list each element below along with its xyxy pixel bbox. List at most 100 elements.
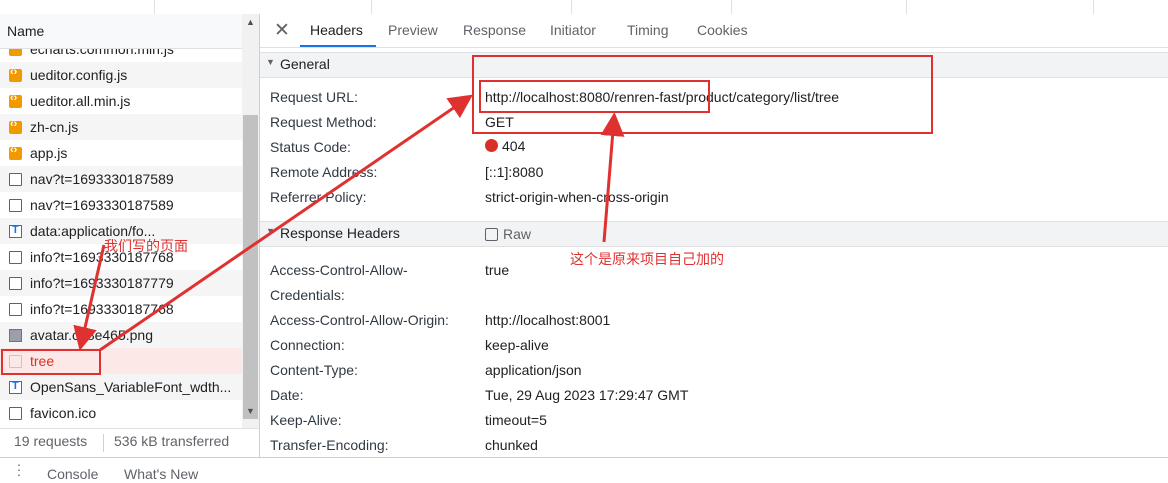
header-key: Referrer Policy:	[270, 189, 367, 205]
top-strip	[0, 0, 1168, 15]
request-count: 19 requests	[14, 433, 88, 449]
tab-response[interactable]: Response	[463, 22, 526, 38]
request-method-value: GET	[485, 114, 514, 130]
header-key: Connection:	[270, 337, 345, 353]
js-file-icon	[9, 49, 22, 56]
request-row[interactable]: info?t=1693330187779	[0, 270, 242, 296]
request-name: OpenSans_VariableFont_wdth...	[30, 379, 232, 395]
bottom-drawer: · · · Console What's New	[0, 457, 1168, 483]
tab-headers[interactable]: Headers	[310, 22, 363, 38]
request-row[interactable]: avatar.c58e465.png	[0, 322, 242, 348]
request-row[interactable]: ueditor.config.js	[0, 62, 242, 88]
tab-initiator[interactable]: Initiator	[550, 22, 596, 38]
tab-cookies[interactable]: Cookies	[697, 22, 748, 38]
strip-divider	[906, 0, 907, 14]
header-key: Request URL:	[270, 89, 358, 105]
header-value: keep-alive	[485, 337, 549, 353]
more-options-icon[interactable]: · · ·	[16, 457, 22, 481]
header-key: Request Method:	[270, 114, 377, 130]
close-icon[interactable]: ✕	[274, 19, 290, 42]
header-value: timeout=5	[485, 412, 547, 428]
annotation-our-page: 我们写的页面	[104, 238, 188, 254]
request-url-value: http://localhost:8080/renren-fast/produc…	[485, 89, 840, 105]
strip-divider	[571, 0, 572, 14]
strip-divider	[731, 0, 732, 14]
name-column-header[interactable]: Name	[0, 14, 259, 49]
general-section-title: General	[280, 56, 330, 72]
request-name: info?t=1693330187768	[30, 301, 174, 317]
header-value: Tue, 29 Aug 2023 17:29:47 GMT	[485, 387, 689, 403]
scroll-up-icon[interactable]: ▲	[246, 17, 255, 27]
request-name: echarts.common.min.js	[30, 49, 174, 57]
header-value: http://localhost:8001	[485, 312, 611, 328]
raw-toggle[interactable]: Raw	[485, 226, 531, 242]
header-key: Access-Control-Allow-	[270, 262, 408, 278]
document-icon	[9, 198, 22, 212]
status-code-value: 404	[485, 138, 525, 154]
collapse-triangle-icon[interactable]: ▼	[266, 226, 275, 236]
active-tab-indicator	[300, 45, 376, 47]
font-file-icon	[9, 224, 22, 238]
header-value: true	[485, 262, 510, 278]
document-icon	[9, 172, 22, 186]
request-row[interactable]: zh-cn.js	[0, 114, 242, 140]
collapse-triangle-icon[interactable]: ▼	[266, 57, 275, 67]
status-code-text: 404	[502, 138, 526, 154]
tab-preview[interactable]: Preview	[388, 22, 438, 38]
document-icon	[9, 250, 22, 264]
request-row[interactable]: app.js	[0, 140, 242, 166]
scroll-down-icon[interactable]: ▼	[246, 406, 255, 416]
annotation-original-project: 这个是原来项目自己加的	[570, 251, 724, 267]
response-headers-section-header[interactable]: ▼ Response Headers Raw	[260, 221, 1168, 247]
header-key: Date:	[270, 387, 304, 403]
header-key: Transfer-Encoding:	[270, 437, 389, 453]
document-icon	[9, 354, 22, 368]
header-key: Access-Control-Allow-Origin:	[270, 312, 449, 328]
request-name: nav?t=1693330187589	[30, 171, 174, 187]
request-name: avatar.c58e465.png	[30, 327, 153, 343]
request-row[interactable]: nav?t=1693330187589	[0, 192, 242, 218]
tab-timing[interactable]: Timing	[627, 22, 669, 38]
tab-console[interactable]: Console	[47, 466, 98, 482]
scrollbar-thumb[interactable]	[243, 115, 258, 419]
js-file-icon	[9, 144, 22, 160]
response-headers-title: Response Headers	[280, 225, 400, 241]
js-file-icon	[9, 118, 22, 134]
request-row[interactable]: ueditor.all.min.js	[0, 88, 242, 114]
request-row[interactable]: OpenSans_VariableFont_wdth...	[0, 374, 242, 400]
font-file-icon	[9, 380, 22, 394]
request-row[interactable]: echarts.common.min.js	[0, 49, 242, 62]
header-key: Remote Address:	[270, 164, 378, 180]
request-name: favicon.ico	[30, 405, 97, 421]
document-icon	[9, 302, 22, 316]
request-row-selected[interactable]: tree	[0, 348, 242, 374]
raw-label: Raw	[503, 226, 532, 242]
error-status-dot-icon	[485, 139, 498, 152]
strip-divider	[154, 0, 155, 14]
summary-divider	[103, 434, 104, 452]
js-file-icon	[9, 66, 22, 82]
document-icon	[9, 276, 22, 290]
request-name: ueditor.config.js	[30, 67, 128, 83]
request-name: ueditor.all.min.js	[30, 93, 131, 109]
header-key: Keep-Alive:	[270, 412, 342, 428]
request-row[interactable]: nav?t=1693330187589	[0, 166, 242, 192]
raw-checkbox[interactable]	[485, 227, 498, 241]
document-icon	[9, 406, 22, 420]
general-section-header[interactable]: ▼ General	[260, 52, 1168, 78]
details-tabbar: ✕ Headers Preview Response Initiator Tim…	[260, 14, 1168, 48]
request-name: app.js	[30, 145, 68, 161]
request-row[interactable]: favicon.ico	[0, 400, 242, 426]
image-file-icon	[9, 328, 22, 342]
request-details-pane: ✕ Headers Preview Response Initiator Tim…	[260, 14, 1168, 457]
strip-divider	[371, 0, 372, 14]
header-key: Status Code:	[270, 139, 351, 155]
request-row[interactable]: info?t=1693330187768	[0, 296, 242, 322]
header-key-continuation: Credentials:	[270, 287, 345, 303]
header-value: application/json	[485, 362, 582, 378]
tab-whats-new[interactable]: What's New	[124, 466, 198, 482]
request-name: zh-cn.js	[30, 119, 79, 135]
transferred-size: 536 kB transferred	[114, 433, 230, 449]
js-file-icon	[9, 92, 22, 108]
request-list-scrollbar[interactable]: ▲ ▼	[242, 14, 259, 428]
